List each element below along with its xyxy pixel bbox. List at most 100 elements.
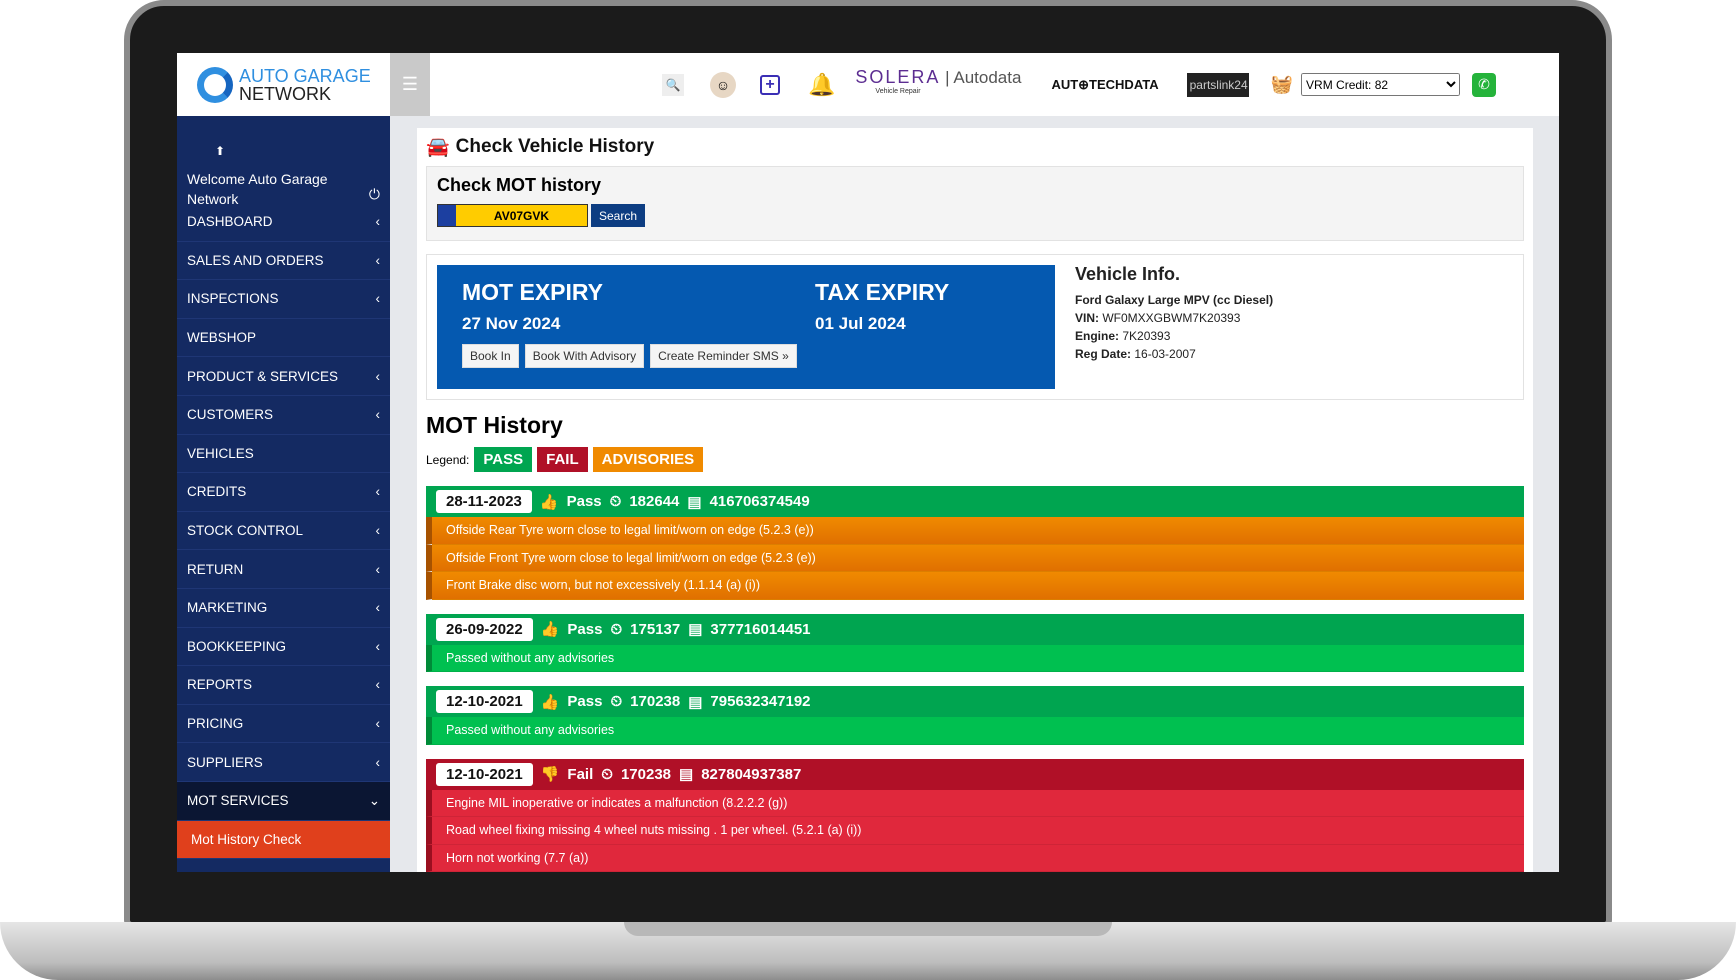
sidebar-item-bookkeeping[interactable]: BOOKKEEPING ‹ bbox=[177, 628, 390, 667]
welcome-text: Welcome Auto Garage Network bbox=[187, 171, 328, 207]
avatar[interactable]: ☺ bbox=[710, 71, 736, 98]
registration-plate bbox=[437, 204, 588, 227]
sidebar-item-mot-services[interactable]: MOT SERVICES ⌄ bbox=[177, 781, 390, 821]
mot-item: Engine MIL inoperative or indicates a ma… bbox=[426, 789, 1524, 817]
logo[interactable]: AUTO GARAGE NETWORK bbox=[177, 53, 390, 116]
sidebar-item-label: REPORTS bbox=[187, 677, 253, 693]
hamburger-menu-button[interactable]: ☰ bbox=[390, 53, 430, 116]
test-date: 28-11-2023 bbox=[436, 490, 532, 513]
mileage: 170238 bbox=[630, 693, 681, 710]
legend: Legend: PASS FAIL ADVISORIES bbox=[426, 447, 1524, 472]
logo-line1: AUTO GARAGE bbox=[239, 65, 371, 86]
mileage: 175137 bbox=[630, 620, 681, 638]
sidebar-item-label: VEHICLES bbox=[187, 445, 254, 461]
mot-record-header[interactable]: 12-10-2021 👎 Fail ⏲ 170238 ▤ 827804937387 bbox=[426, 758, 1524, 790]
test-number: 416706374549 bbox=[709, 493, 810, 510]
add-icon[interactable]: + bbox=[760, 74, 780, 95]
odometer-icon: ⏲ bbox=[601, 765, 613, 783]
sidebar-item-return[interactable]: RETURN ‹ bbox=[177, 550, 390, 589]
thumbs-up-icon: 👍 bbox=[539, 493, 559, 511]
certificate-icon: ▤ bbox=[688, 621, 703, 638]
mot-item: Road wheel fixing missing 4 wheel nuts m… bbox=[426, 817, 1524, 845]
chevron-icon: ⌄ bbox=[368, 792, 380, 808]
partslink24-logo[interactable]: partslink24 bbox=[1186, 72, 1249, 97]
sidebar-item-label: SUPPLIERS bbox=[187, 754, 263, 770]
sidebar-item-label: RETURN bbox=[187, 561, 244, 577]
test-number: 795632347192 bbox=[710, 693, 811, 710]
sidebar-item-pricing[interactable]: PRICING ‹ bbox=[177, 705, 390, 744]
mot-record: 26-09-2022 👍 Pass ⏲ 175137 ▤ 377716014451 Passe… bbox=[426, 613, 1524, 672]
sidebar-item-sales-and-orders[interactable]: SALES AND ORDERS ‹ bbox=[177, 242, 390, 281]
mot-item: Offside Rear Tyre worn close to legal li… bbox=[426, 517, 1524, 545]
book-with-advisory-button[interactable]: Book With Advisory bbox=[524, 344, 645, 368]
search-button[interactable]: Search bbox=[591, 204, 646, 227]
chevron-icon: ‹ bbox=[375, 252, 381, 268]
registration-input[interactable] bbox=[456, 205, 587, 226]
top-header: AUTO GARAGE NETWORK ☰ 🔍 ☺ + 🔔 SOLERA | Au… bbox=[177, 53, 1559, 116]
autotechdata-logo[interactable]: AUT⊕TECHDATA bbox=[1051, 77, 1158, 93]
sidebar-item-label: CREDITS bbox=[187, 484, 247, 500]
sidebar-item-suppliers[interactable]: SUPPLIERS ‹ bbox=[177, 743, 390, 782]
legend-fail: FAIL bbox=[537, 447, 588, 472]
sidebar-item-customers[interactable]: CUSTOMERS ‹ bbox=[177, 396, 390, 435]
laptop-notch bbox=[624, 922, 1112, 936]
sidebar-item-product-services[interactable]: PRODUCT & SERVICES ‹ bbox=[177, 357, 390, 396]
sidebar-item-label: CUSTOMERS bbox=[187, 407, 274, 423]
book-in-button[interactable]: Book In bbox=[462, 344, 519, 368]
sidebar-item-label: INSPECTIONS bbox=[187, 291, 279, 307]
chevron-icon: ‹ bbox=[375, 523, 381, 539]
test-result: Pass bbox=[566, 493, 602, 510]
test-date: 12-10-2021 bbox=[436, 762, 533, 786]
odometer-icon: ⏲ bbox=[609, 493, 622, 510]
legend-pass: PASS bbox=[474, 447, 533, 472]
scroll-up-icon[interactable]: ⬆ bbox=[215, 141, 380, 161]
mot-item: Horn not working (7.7 (a)) bbox=[426, 844, 1524, 872]
solera-autodata-logo[interactable]: SOLERA | Autodata Vehicle Repair bbox=[855, 68, 1021, 99]
vrm-credit-select[interactable]: VRM Credit: 82 bbox=[1301, 73, 1461, 96]
sidebar-item-stock-control[interactable]: STOCK CONTROL ‹ bbox=[177, 512, 390, 551]
check-mot-panel: Check MOT history Search bbox=[426, 166, 1524, 241]
sidebar-item-label: MOT SERVICES bbox=[187, 793, 289, 809]
sidebar-item-marketing[interactable]: MARKETING ‹ bbox=[177, 589, 390, 628]
vehicle-info: Vehicle Info. Ford Galaxy Large MPV (cc … bbox=[1075, 264, 1274, 361]
certificate-icon: ▤ bbox=[687, 493, 702, 511]
chevron-icon: ‹ bbox=[375, 754, 381, 770]
tax-expiry-label: TAX EXPIRY bbox=[815, 279, 950, 305]
screen: AUTO GARAGE NETWORK ☰ 🔍 ☺ + 🔔 SOLERA | Au… bbox=[177, 53, 1559, 872]
sidebar-item-reports[interactable]: REPORTS ‹ bbox=[177, 666, 390, 705]
whatsapp-button[interactable]: ✆ bbox=[1472, 72, 1497, 97]
chevron-icon: ‹ bbox=[375, 484, 381, 500]
sidebar-item-webshop[interactable]: WEBSHOP bbox=[177, 319, 390, 358]
thumbs-down-icon: 👎 bbox=[540, 766, 560, 783]
thumbs-up-icon: 👍 bbox=[540, 693, 560, 711]
chevron-icon: ‹ bbox=[375, 291, 381, 307]
mot-record-header[interactable]: 28-11-2023 👍 Pass ⏲ 182644 ▤ 416706374549 bbox=[426, 486, 1524, 517]
test-result: Fail bbox=[567, 765, 594, 783]
certificate-icon: ▤ bbox=[679, 766, 694, 783]
vehicle-model: Ford Galaxy Large MPV (cc Diesel) bbox=[1075, 293, 1274, 307]
certificate-icon: ▤ bbox=[688, 693, 703, 711]
chevron-icon: ‹ bbox=[375, 677, 381, 693]
engine: 7K20393 bbox=[1122, 329, 1171, 343]
sidebar-item-label: PRODUCT & SERVICES bbox=[187, 368, 339, 384]
sidebar-item-mot-history-check[interactable]: Mot History Check bbox=[177, 820, 390, 860]
sidebar-item-label: SALES AND ORDERS bbox=[187, 252, 324, 268]
tax-expiry-date: 01 Jul 2024 bbox=[815, 314, 906, 333]
chevron-icon: ‹ bbox=[375, 214, 381, 230]
search-button[interactable]: 🔍 bbox=[662, 73, 684, 96]
mot-record: 28-11-2023 👍 Pass ⏲ 182644 ▤ 416706374549 Offsi… bbox=[426, 486, 1524, 600]
chevron-icon: ‹ bbox=[375, 600, 381, 616]
create-reminder-sms-button[interactable]: Create Reminder SMS » bbox=[650, 344, 797, 368]
mot-record-header[interactable]: 26-09-2022 👍 Pass ⏲ 175137 ▤ 377716014451 bbox=[426, 613, 1524, 645]
sidebar-item-inspections[interactable]: INSPECTIONS ‹ bbox=[177, 280, 390, 319]
sidebar-item-credits[interactable]: CREDITS ‹ bbox=[177, 473, 390, 512]
mot-record-header[interactable]: 12-10-2021 👍 Pass ⏲ 170238 ▤ 795632347192 bbox=[426, 686, 1524, 717]
basket-icon[interactable]: 🧺 bbox=[1271, 74, 1293, 95]
chevron-icon: ‹ bbox=[375, 716, 381, 732]
sidebar: ⬆ Welcome Auto Garage Network ⏻ DASHBOAR… bbox=[177, 116, 390, 872]
chevron-icon: ‹ bbox=[375, 368, 381, 384]
power-icon[interactable]: ⏻ bbox=[369, 184, 380, 204]
chevron-icon: ‹ bbox=[375, 561, 381, 577]
bell-icon[interactable]: 🔔 bbox=[808, 72, 835, 98]
sidebar-item-vehicles[interactable]: VEHICLES bbox=[177, 435, 390, 474]
